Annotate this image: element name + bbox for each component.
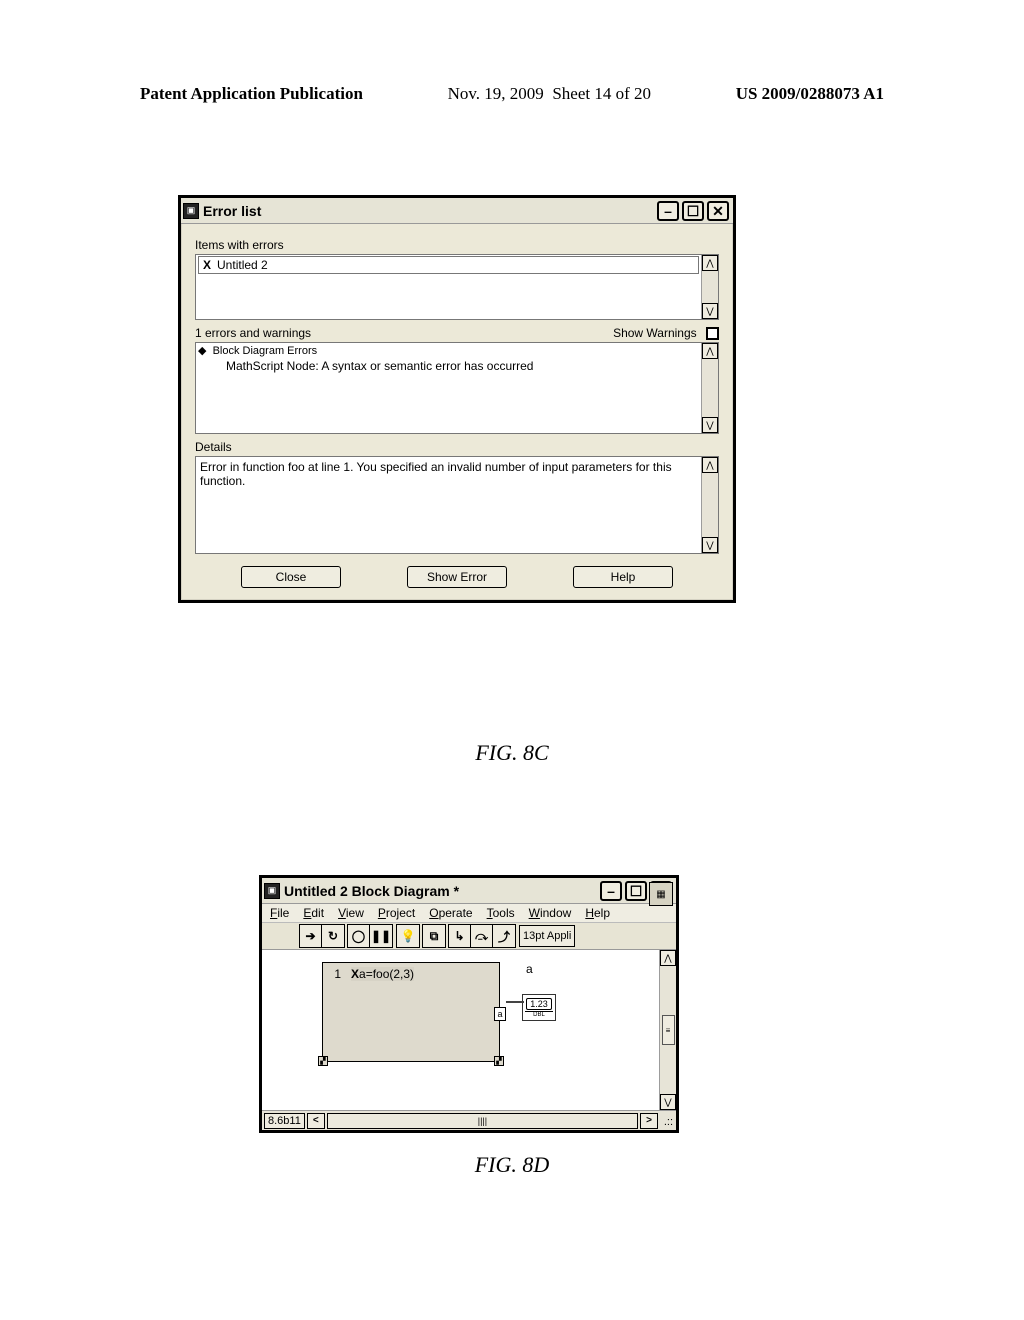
- details-label: Details: [195, 440, 719, 454]
- connector-pane-icon[interactable]: ▦: [649, 882, 673, 906]
- line-number: 1: [325, 967, 341, 981]
- resize-handle-icon[interactable]: ▞: [494, 1056, 504, 1066]
- x-icon: X: [203, 258, 211, 272]
- indicator-name-label: a: [526, 962, 533, 976]
- minimize-button[interactable]: –: [600, 881, 622, 901]
- error-item-row[interactable]: X Untitled 2: [198, 256, 699, 274]
- menu-view[interactable]: View: [338, 906, 364, 920]
- details-textarea[interactable]: Error in function foo at line 1. You spe…: [195, 456, 719, 554]
- maximize-button[interactable]: ☐: [682, 201, 704, 221]
- minimize-button[interactable]: –: [657, 201, 679, 221]
- menu-tools[interactable]: Tools: [487, 906, 515, 920]
- error-item-name: Untitled 2: [217, 258, 268, 272]
- block-diagram-canvas[interactable]: 1 Xa=foo(2,3) ▞ ▞ a a 1.23 DBL ⋀ ≡: [262, 950, 676, 1110]
- step-out-button[interactable]: ⤴: [493, 925, 515, 947]
- error-message-row[interactable]: MathScript Node: A syntax or semantic er…: [198, 359, 699, 373]
- show-warnings-row: Show Warnings: [613, 326, 719, 340]
- errors-scrollbar[interactable]: ⋀ ⋁: [701, 343, 718, 433]
- scroll-down-icon[interactable]: ⋁: [702, 537, 718, 553]
- scroll-up-icon[interactable]: ⋀: [702, 255, 718, 271]
- retain-wire-button[interactable]: ⧉: [423, 925, 445, 947]
- menu-project[interactable]: Project: [378, 906, 415, 920]
- step-into-button[interactable]: ↳: [449, 925, 471, 947]
- h-scroll-track[interactable]: ||||: [327, 1113, 638, 1129]
- items-with-errors-list[interactable]: X Untitled 2 ⋀ ⋁: [195, 254, 719, 320]
- indicator-node[interactable]: 1.23 DBL: [522, 994, 556, 1021]
- menu-operate[interactable]: Operate: [429, 906, 472, 920]
- patent-page-header: Patent Application Publication Nov. 19, …: [0, 84, 1024, 104]
- scroll-down-icon[interactable]: ⋁: [660, 1094, 676, 1110]
- close-window-button[interactable]: ✕: [707, 201, 729, 221]
- scroll-up-icon[interactable]: ⋀: [702, 457, 718, 473]
- items-with-errors-label: Items with errors: [195, 238, 719, 252]
- help-button[interactable]: Help: [573, 566, 673, 588]
- error-category-heading: ◆ Block Diagram Errors: [198, 344, 699, 357]
- indicator-value-display: 1.23: [526, 998, 552, 1010]
- mathscript-node[interactable]: 1 Xa=foo(2,3) ▞ ▞ a: [322, 962, 500, 1062]
- scroll-up-icon[interactable]: ⋀: [702, 343, 718, 359]
- font-selector[interactable]: 13pt Appli: [519, 925, 575, 947]
- menu-edit[interactable]: Edit: [303, 906, 324, 920]
- scroll-down-icon[interactable]: ⋁: [702, 303, 718, 319]
- maximize-button[interactable]: ☐: [625, 881, 647, 901]
- error-list-window: ▣ Error list – ☐ ✕ Items with errors X U…: [178, 195, 736, 603]
- status-version: 8.6b11: [264, 1113, 305, 1129]
- error-titlebar: ▣ Error list – ☐ ✕: [181, 198, 733, 224]
- output-terminal[interactable]: a: [494, 1007, 506, 1021]
- scroll-down-icon[interactable]: ⋁: [702, 417, 718, 433]
- items-scrollbar[interactable]: ⋀ ⋁: [701, 255, 718, 319]
- header-publication-label: Patent Application Publication: [140, 84, 363, 104]
- details-text: Error in function foo at line 1. You spe…: [200, 460, 672, 488]
- header-pubno: US 2009/0288073 A1: [736, 84, 884, 104]
- menu-file[interactable]: File: [270, 906, 289, 920]
- figure-caption-8c: FIG. 8C: [0, 740, 1024, 766]
- scroll-left-button[interactable]: <: [307, 1113, 325, 1129]
- menu-help[interactable]: Help: [585, 906, 610, 920]
- toolbar: ➔ ↻ ◯ ❚❚ 💡 ⧉ ↳ ⤼ ⤴ 13pt Appli: [262, 923, 676, 950]
- run-continuous-button[interactable]: ↻: [322, 925, 344, 947]
- block-diagram-window: ▣ Untitled 2 Block Diagram * – ☐ ✕ File …: [259, 875, 679, 1133]
- bd-titlebar: ▣ Untitled 2 Block Diagram * – ☐ ✕: [262, 878, 676, 904]
- canvas-scrollbar-v[interactable]: ⋀ ≡ ⋁: [659, 950, 676, 1110]
- app-icon: ▣: [183, 203, 199, 219]
- header-date-sheet: Nov. 19, 2009 Sheet 14 of 20: [448, 84, 651, 104]
- menubar: File Edit View Project Operate Tools Win…: [262, 904, 676, 923]
- app-icon: ▣: [264, 883, 280, 899]
- error-window-title: Error list: [203, 203, 653, 219]
- scroll-up-icon[interactable]: ⋀: [660, 950, 676, 966]
- figure-caption-8d: FIG. 8D: [0, 1152, 1024, 1178]
- show-warnings-label: Show Warnings: [613, 326, 697, 340]
- run-button[interactable]: ➔: [300, 925, 322, 947]
- window-resize-grip-icon[interactable]: .::: [660, 1113, 674, 1129]
- bullet-icon: ◆: [198, 345, 206, 357]
- step-over-button[interactable]: ⤼: [471, 925, 493, 947]
- wire-arrow: [518, 1001, 524, 1003]
- scroll-right-button[interactable]: >: [640, 1113, 658, 1129]
- indicator-type-tag: DBL: [525, 1011, 553, 1018]
- close-button[interactable]: Close: [241, 566, 341, 588]
- mathscript-code[interactable]: Xa=foo(2,3): [351, 967, 414, 981]
- show-error-button[interactable]: Show Error: [407, 566, 507, 588]
- highlight-exec-button[interactable]: 💡: [397, 925, 419, 947]
- errors-count-label: 1 errors and warnings: [195, 326, 311, 340]
- abort-button[interactable]: ◯: [348, 925, 370, 947]
- bd-window-title: Untitled 2 Block Diagram *: [284, 883, 596, 899]
- pause-button[interactable]: ❚❚: [370, 925, 392, 947]
- details-scrollbar[interactable]: ⋀ ⋁: [701, 457, 718, 553]
- scroll-thumb[interactable]: ≡: [662, 1015, 675, 1045]
- resize-handle-icon[interactable]: ▞: [318, 1056, 328, 1066]
- errors-warnings-list[interactable]: ◆ Block Diagram Errors MathScript Node: …: [195, 342, 719, 434]
- show-warnings-checkbox[interactable]: [706, 327, 719, 340]
- menu-window[interactable]: Window: [529, 906, 572, 920]
- statusbar: 8.6b11 < |||| > .::: [262, 1110, 676, 1130]
